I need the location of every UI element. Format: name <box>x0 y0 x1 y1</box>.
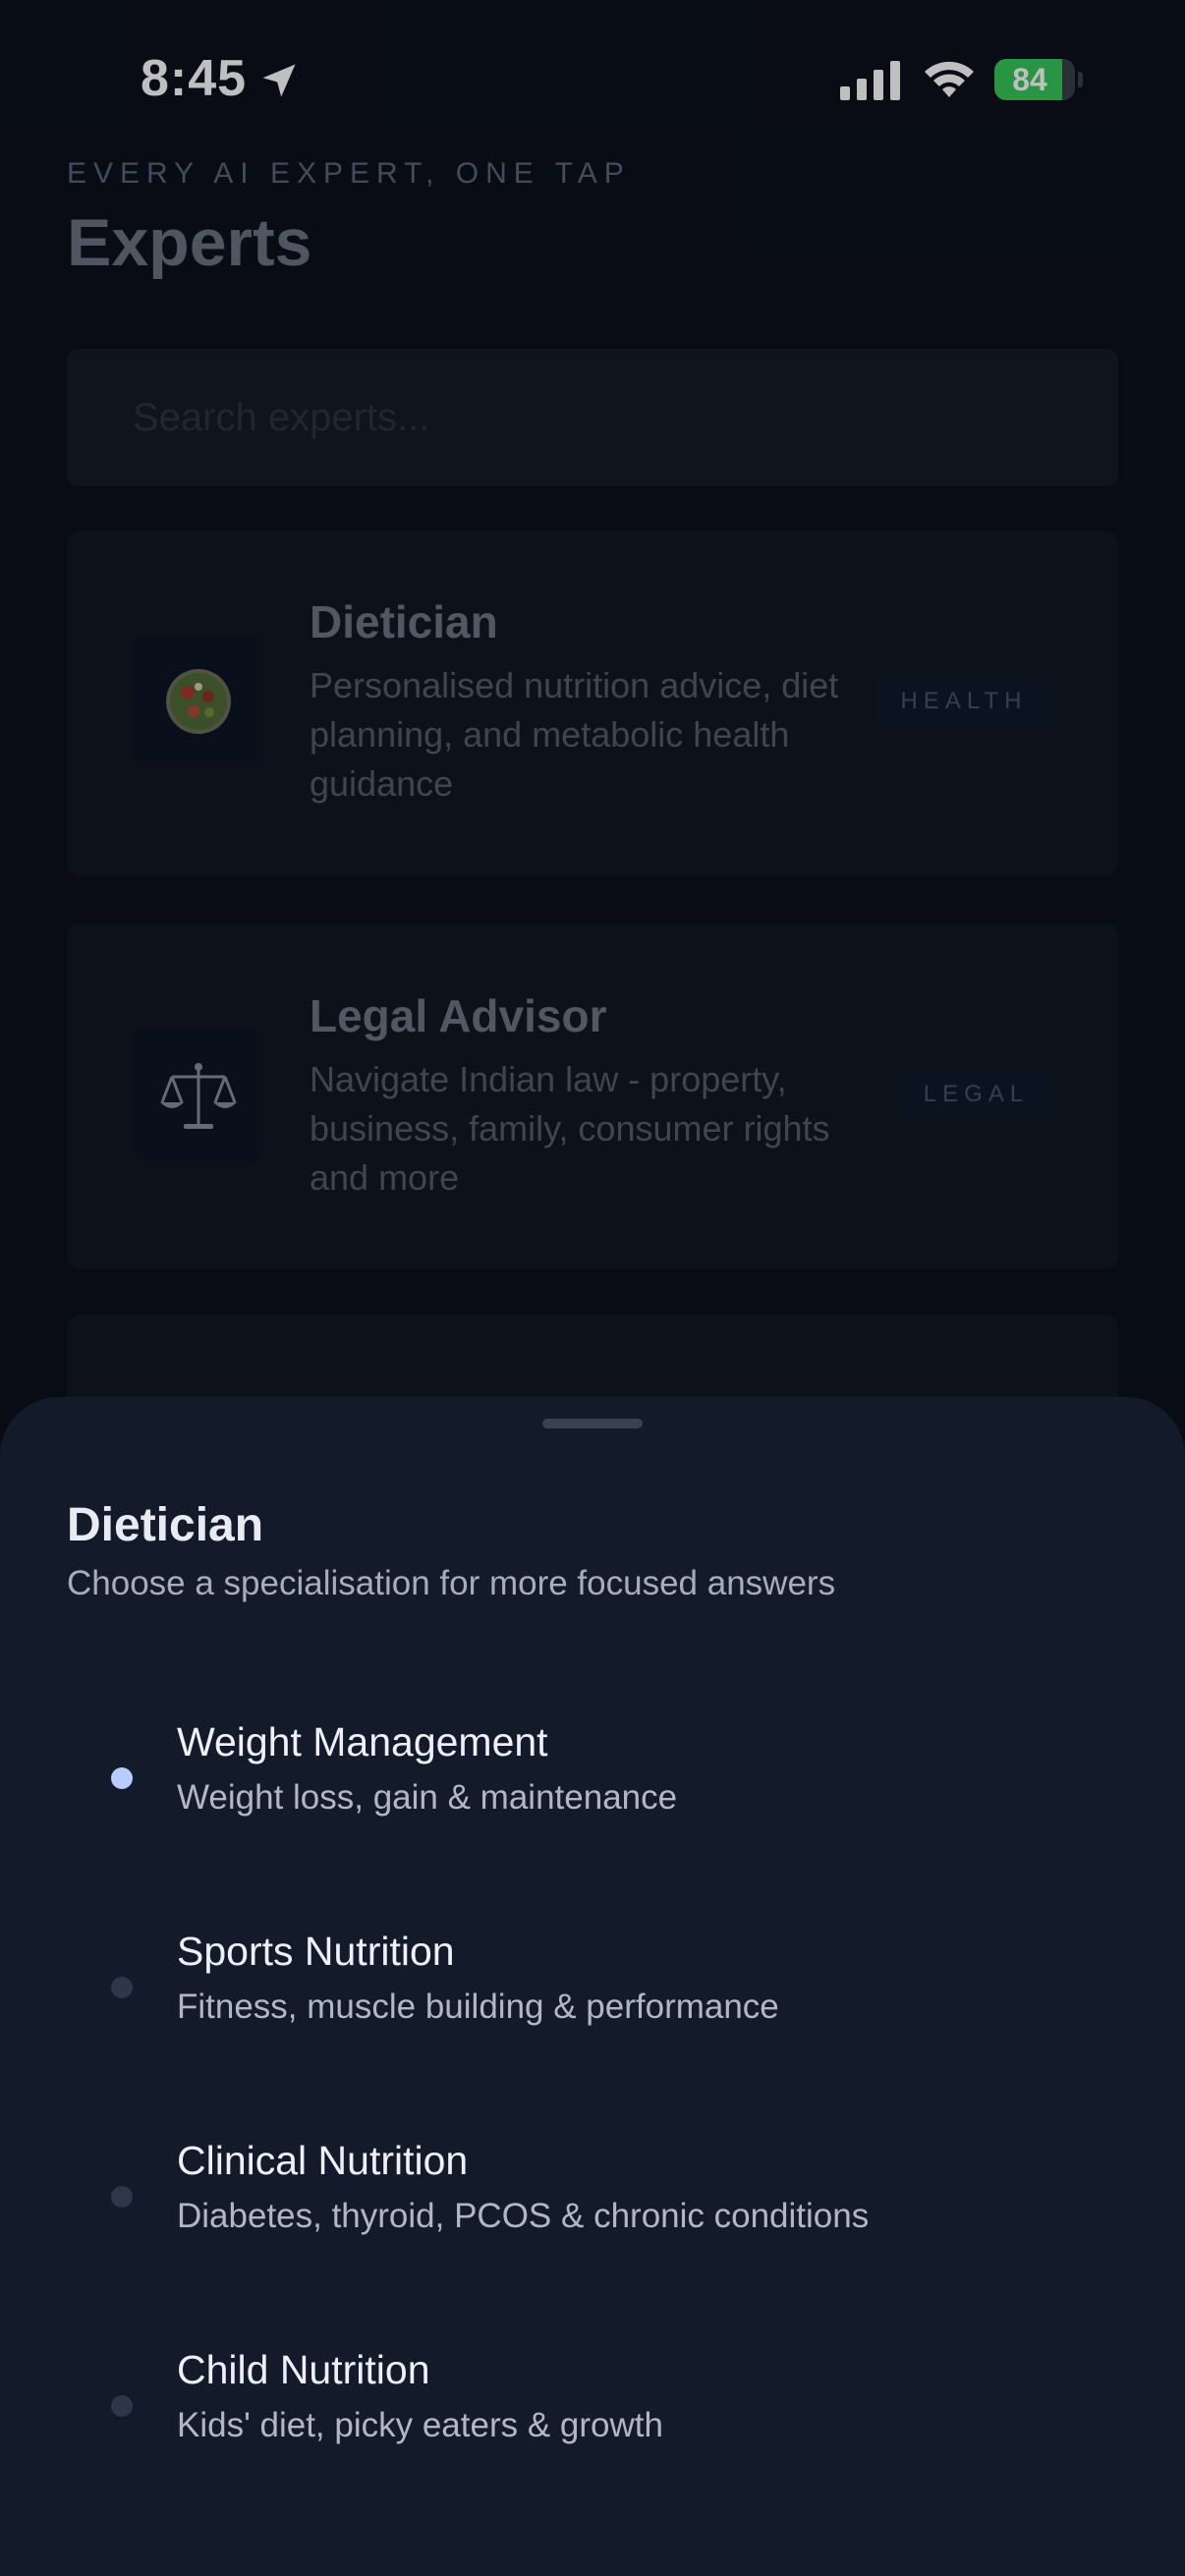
option-description: Weight loss, gain & maintenance <box>177 1778 678 1817</box>
radio-indicator <box>111 1767 133 1789</box>
experts-screen: 8:45 84 EVERY AI EXPERT, ONE TAP Experts <box>0 0 1185 2576</box>
option-clinical-nutrition[interactable]: Clinical Nutrition Diabetes, thyroid, PC… <box>67 2130 1118 2277</box>
specialisation-sheet: Dietician Choose a specialisation for mo… <box>0 1397 1185 2576</box>
sheet-grabber[interactable] <box>542 1419 643 1428</box>
radio-indicator <box>111 1977 133 1998</box>
option-description: Kids' diet, picky eaters & growth <box>177 2406 663 2444</box>
option-child-nutrition[interactable]: Child Nutrition Kids' diet, picky eaters… <box>67 2339 1118 2487</box>
radio-indicator <box>111 2186 133 2208</box>
sheet-subtitle: Choose a specialisation for more focused… <box>67 1564 836 1602</box>
option-sports-nutrition[interactable]: Sports Nutrition Fitness, muscle buildin… <box>67 1921 1118 2068</box>
option-description: Diabetes, thyroid, PCOS & chronic condit… <box>177 2197 870 2235</box>
option-title: Clinical Nutrition <box>177 2138 469 2183</box>
option-title: Child Nutrition <box>177 2347 430 2392</box>
option-title: Weight Management <box>177 1719 548 1764</box>
option-weight-management[interactable]: Weight Management Weight loss, gain & ma… <box>67 1711 1118 1859</box>
radio-indicator <box>111 2395 133 2417</box>
option-title: Sports Nutrition <box>177 1929 455 1974</box>
option-description: Fitness, muscle building & performance <box>177 1988 779 2026</box>
sheet-title: Dietician <box>67 1499 264 1551</box>
